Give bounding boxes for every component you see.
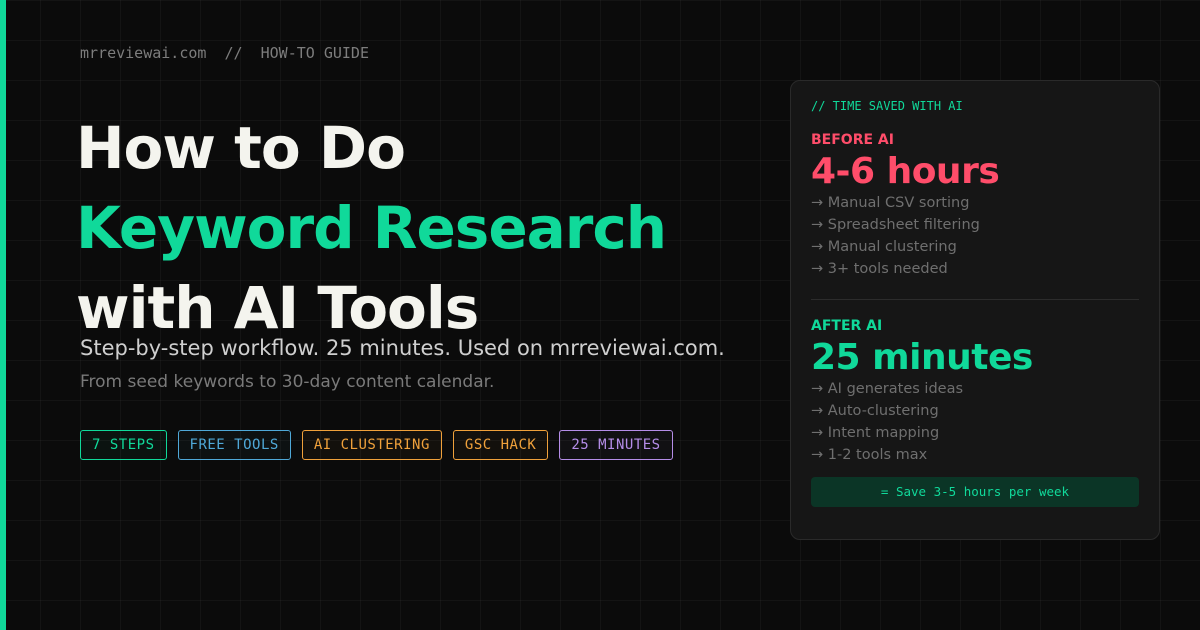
tag-steps: 7 STEPS bbox=[80, 430, 167, 460]
before-list: → Manual CSV sorting → Spreadsheet filte… bbox=[811, 192, 1139, 280]
after-list: → AI generates ideas → Auto-clustering →… bbox=[811, 378, 1139, 466]
subline: From seed keywords to 30-day content cal… bbox=[80, 372, 495, 392]
title-line-1: How to Do bbox=[76, 114, 406, 182]
eyebrow: mrreviewai.com // HOW-TO GUIDE bbox=[80, 44, 369, 62]
after-item: → Auto-clustering bbox=[811, 403, 939, 419]
tag-minutes: 25 MINUTES bbox=[559, 430, 673, 460]
eyebrow-separator: // bbox=[224, 44, 243, 62]
card-divider bbox=[811, 299, 1139, 300]
before-item: → Manual CSV sorting bbox=[811, 195, 970, 211]
tag-ai-clustering: AI CLUSTERING bbox=[301, 430, 442, 460]
after-item: → Intent mapping bbox=[811, 425, 940, 441]
after-item: → AI generates ideas bbox=[811, 381, 964, 397]
page-title: How to Do Keyword Research with AI Tools bbox=[76, 108, 667, 348]
before-item: → 3+ tools needed bbox=[811, 261, 948, 277]
before-item: → Spreadsheet filtering bbox=[811, 217, 980, 233]
site-name: mrreviewai.com bbox=[80, 44, 207, 62]
accent-bar bbox=[0, 0, 6, 630]
after-label: AFTER AI bbox=[811, 318, 883, 334]
card-label: // TIME SAVED WITH AI bbox=[811, 99, 963, 113]
before-label: BEFORE AI bbox=[811, 132, 894, 148]
tag-free-tools: FREE TOOLS bbox=[177, 430, 291, 460]
after-item: → 1-2 tools max bbox=[811, 447, 928, 463]
tag-list: 7 STEPS FREE TOOLS AI CLUSTERING GSC HAC… bbox=[80, 430, 673, 460]
before-value: 4-6 hours bbox=[811, 151, 1000, 192]
time-saved-card: // TIME SAVED WITH AI BEFORE AI 4-6 hour… bbox=[790, 80, 1160, 540]
tag-gsc-hack: GSC HACK bbox=[452, 430, 549, 460]
after-value: 25 minutes bbox=[811, 337, 1033, 378]
savings-banner: = Save 3-5 hours per week bbox=[811, 477, 1139, 507]
before-item: → Manual clustering bbox=[811, 239, 957, 255]
category-label: HOW-TO GUIDE bbox=[260, 44, 369, 62]
title-line-2: Keyword Research bbox=[76, 194, 667, 262]
subtitle: Step-by-step workflow. 25 minutes. Used … bbox=[80, 336, 725, 360]
